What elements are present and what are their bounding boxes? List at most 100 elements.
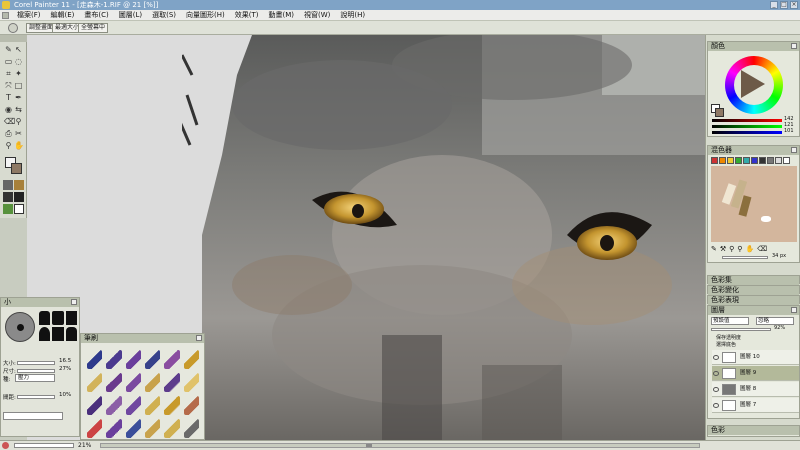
blue-value[interactable]: 101 [784,128,794,134]
mixer-swatches[interactable] [711,157,790,164]
crop-icon[interactable]: ⌗ [4,69,13,78]
dropper-icon[interactable]: ⚲ [14,117,23,126]
layer-row[interactable]: 圖層 10 [712,350,799,365]
wolf-painting[interactable] [182,35,705,440]
mixer-dropper-icon[interactable]: ⚲ [729,245,734,253]
mixer-pan-icon[interactable]: ✋ [745,245,754,253]
mixer-knife-icon[interactable]: ⚒ [720,245,726,253]
brush-variant-icon[interactable] [106,373,122,392]
menu-effects[interactable]: 效果(T) [230,10,264,20]
lasso-icon[interactable]: ◌ [14,57,23,66]
brush-variant-icon[interactable] [125,350,141,369]
eye-icon[interactable] [713,403,719,408]
layer-opacity-slider[interactable] [711,328,771,331]
menu-edit[interactable]: 編輯(E) [46,10,80,20]
mixer-clear-icon[interactable]: ⌫ [757,245,767,253]
brush-variant-icon[interactable] [164,350,180,369]
brush-variant-icon[interactable] [87,396,103,415]
color-triangle[interactable] [741,70,765,98]
brush-variant-icon[interactable] [144,373,161,392]
close-button[interactable]: × [790,1,798,9]
green-slider[interactable] [712,125,782,128]
clone-icon[interactable]: ✂ [14,129,23,138]
dab-shape-grid[interactable] [39,311,77,341]
color-wheel[interactable] [725,56,783,114]
zoom-value[interactable]: 21% [78,441,91,450]
weave-icon[interactable] [14,192,24,202]
pattern-icon[interactable] [3,192,13,202]
panel-close-icon[interactable] [791,307,797,313]
composite-method-select[interactable]: 預設值 [711,317,749,325]
mixer-zoom-icon[interactable]: ⚲ [737,245,742,253]
brush-variant-icon[interactable] [144,350,161,369]
menu-window[interactable]: 視窗(W) [299,10,335,20]
collapsed-color-variability-panel[interactable]: 色彩變化 [707,285,800,295]
eraser-icon[interactable]: ⌫ [4,117,15,126]
brush-variant-icon[interactable] [164,373,180,392]
brush-variant-icon[interactable] [87,373,103,392]
look-icon[interactable] [14,204,24,214]
brush-variant-icon[interactable] [144,396,161,415]
brush-variant-icon[interactable] [183,373,199,392]
extra-field[interactable] [3,412,63,420]
magic-wand-icon[interactable]: ✦ [14,69,23,78]
minimize-button[interactable]: _ [770,1,778,9]
mixer-swatch[interactable] [759,157,766,164]
brush-variant-icon[interactable] [164,396,180,415]
menu-help[interactable]: 說明(H) [335,10,370,20]
select-arrow-icon[interactable]: ↖ [14,45,23,54]
brush-variant-icon[interactable] [125,419,141,438]
horizontal-scrollbar[interactable] [100,443,700,448]
menu-select[interactable]: 選取(S) [147,10,181,20]
transform-icon[interactable]: ⤧ [4,81,13,90]
main-color-chip[interactable] [715,108,724,117]
fullscreen-button[interactable]: 全螢幕中 [78,23,109,33]
text-tool-icon[interactable]: T [4,93,13,102]
mixer-tools[interactable]: ✎ ⚒ ⚲ ⚲ ✋ ⌫ [711,245,797,253]
shape-icon[interactable]: □ [14,81,23,90]
menu-canvas[interactable]: 畫布(C) [79,10,113,20]
mixer-brush-icon[interactable]: ✎ [711,245,717,253]
brush-variant-icon[interactable] [87,419,103,438]
size-slider[interactable] [17,361,55,365]
mixer-swatch[interactable] [711,157,718,164]
mixer-swatch[interactable] [767,157,774,164]
expression-select[interactable]: 壓力 [15,374,55,382]
gradient-icon[interactable] [14,180,24,190]
panel-close-icon[interactable] [71,299,77,305]
zoom-slider[interactable] [14,443,74,448]
mixer-pad[interactable] [711,166,797,242]
brush-tool-icon[interactable]: ✎ [4,45,13,54]
nozzle-icon[interactable] [3,204,13,214]
mirror-icon[interactable]: ⇆ [14,105,23,114]
eye-icon[interactable] [713,355,719,360]
mixer-zoom-value[interactable]: 34 px [772,253,786,259]
panel-close-icon[interactable] [791,43,797,49]
collapsed-color-expression-panel[interactable]: 色彩表現 [707,295,800,305]
mixer-swatch[interactable] [735,157,742,164]
spacing-slider[interactable] [17,395,55,399]
maximize-button[interactable]: □ [780,1,788,9]
hand-icon[interactable]: ✋ [14,141,24,150]
mixer-swatch[interactable] [775,157,782,164]
menu-file[interactable]: 檔案(F) [12,10,46,20]
layer-row[interactable]: 圖層 8 [712,382,799,397]
channels-panel[interactable]: 色彩 [707,425,800,437]
menu-movie[interactable]: 動畫(M) [264,10,300,20]
preserve-transparency-checkbox[interactable]: 保存透明度 [716,334,741,341]
paper-icon[interactable] [3,180,13,190]
rubber-stamp-icon[interactable]: ⎙ [4,129,13,138]
brush-variant-icon[interactable] [106,350,122,369]
brush-variant-icon[interactable] [125,396,141,415]
document-menu-icon[interactable] [2,12,9,19]
mixer-swatch[interactable] [783,157,790,164]
menu-shapes[interactable]: 向量圖形(H) [181,10,230,20]
spacing-value[interactable]: 10% [59,392,71,398]
eye-icon[interactable] [713,387,719,392]
layer-row-selected[interactable]: 圖層 9 [712,366,799,381]
mixer-swatch[interactable] [751,157,758,164]
panel-close-icon[interactable] [791,147,797,153]
secondary-color-swatch[interactable] [11,163,22,174]
brush-variant-icon[interactable] [183,419,199,438]
brush-variant-icon[interactable] [183,350,199,369]
